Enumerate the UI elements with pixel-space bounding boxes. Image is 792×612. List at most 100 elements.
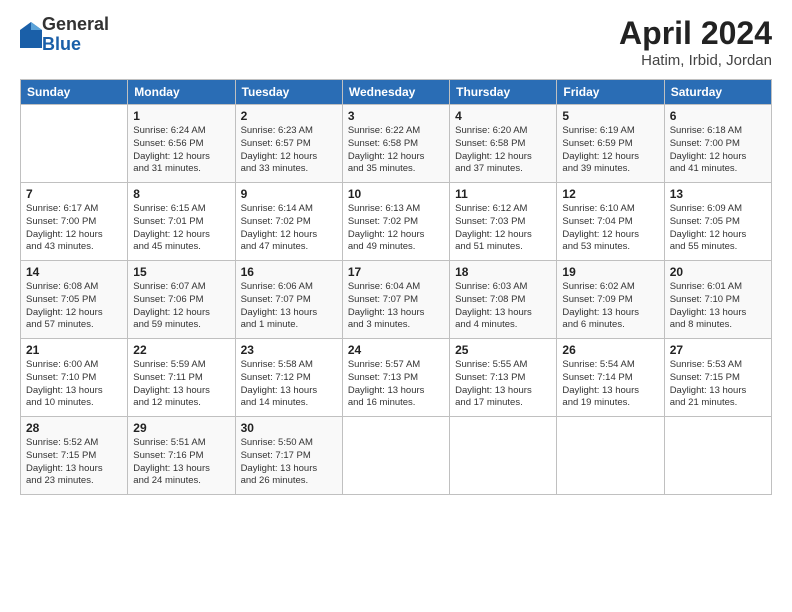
- logo-blue: Blue: [42, 35, 109, 55]
- cell-w4-d4: 25 Sunrise: 5:55 AM Sunset: 7:13 PM Dayli…: [450, 339, 557, 417]
- day-info: Sunrise: 6:17 AM Sunset: 7:00 PM Dayligh…: [26, 203, 122, 254]
- col-tuesday: Tuesday: [235, 80, 342, 105]
- day-info: Sunrise: 6:23 AM Sunset: 6:57 PM Dayligh…: [241, 125, 337, 176]
- day-info: Sunrise: 6:12 AM Sunset: 7:03 PM Dayligh…: [455, 203, 551, 254]
- cell-w4-d5: 26 Sunrise: 5:54 AM Sunset: 7:14 PM Dayli…: [557, 339, 664, 417]
- col-wednesday: Wednesday: [342, 80, 449, 105]
- day-info: Sunrise: 6:13 AM Sunset: 7:02 PM Dayligh…: [348, 203, 444, 254]
- cell-w5-d2: 30 Sunrise: 5:50 AM Sunset: 7:17 PM Dayli…: [235, 417, 342, 495]
- cell-w3-d5: 19 Sunrise: 6:02 AM Sunset: 7:09 PM Dayli…: [557, 261, 664, 339]
- cell-w3-d3: 17 Sunrise: 6:04 AM Sunset: 7:07 PM Dayli…: [342, 261, 449, 339]
- logo: General Blue: [20, 15, 109, 55]
- day-number: 26: [562, 343, 658, 357]
- day-number: 7: [26, 187, 122, 201]
- day-info: Sunrise: 5:57 AM Sunset: 7:13 PM Dayligh…: [348, 359, 444, 410]
- day-number: 8: [133, 187, 229, 201]
- day-number: 11: [455, 187, 551, 201]
- day-info: Sunrise: 6:01 AM Sunset: 7:10 PM Dayligh…: [670, 281, 766, 332]
- day-number: 27: [670, 343, 766, 357]
- day-number: 1: [133, 109, 229, 123]
- day-number: 13: [670, 187, 766, 201]
- col-friday: Friday: [557, 80, 664, 105]
- day-info: Sunrise: 6:04 AM Sunset: 7:07 PM Dayligh…: [348, 281, 444, 332]
- cell-w1-d3: 3Sunrise: 6:22 AM Sunset: 6:58 PM Daylig…: [342, 105, 449, 183]
- title-area: April 2024 Hatim, Irbid, Jordan: [619, 15, 772, 69]
- day-number: 5: [562, 109, 658, 123]
- day-number: 29: [133, 421, 229, 435]
- calendar-table: Sunday Monday Tuesday Wednesday Thursday…: [20, 79, 772, 495]
- day-number: 20: [670, 265, 766, 279]
- cell-w5-d3: [342, 417, 449, 495]
- cell-w1-d5: 5 Sunrise: 6:19 AM Sunset: 6:59 PM Daylig…: [557, 105, 664, 183]
- cell-w1-d4: 4Sunrise: 6:20 AM Sunset: 6:58 PM Daylig…: [450, 105, 557, 183]
- cell-w5-d4: [450, 417, 557, 495]
- day-info: Sunrise: 5:55 AM Sunset: 7:13 PM Dayligh…: [455, 359, 551, 410]
- day-number: 30: [241, 421, 337, 435]
- day-info: Sunrise: 6:00 AM Sunset: 7:10 PM Dayligh…: [26, 359, 122, 410]
- cell-w4-d1: 22 Sunrise: 5:59 AM Sunset: 7:11 PM Dayli…: [128, 339, 235, 417]
- cell-w5-d5: [557, 417, 664, 495]
- day-number: 25: [455, 343, 551, 357]
- day-info: Sunrise: 6:14 AM Sunset: 7:02 PM Dayligh…: [241, 203, 337, 254]
- day-info: Sunrise: 6:02 AM Sunset: 7:09 PM Dayligh…: [562, 281, 658, 332]
- cell-w3-d6: 20 Sunrise: 6:01 AM Sunset: 7:10 PM Dayli…: [664, 261, 771, 339]
- day-info: Sunrise: 5:54 AM Sunset: 7:14 PM Dayligh…: [562, 359, 658, 410]
- cell-w1-d6: 6Sunrise: 6:18 AM Sunset: 7:00 PM Daylig…: [664, 105, 771, 183]
- day-info: Sunrise: 5:50 AM Sunset: 7:17 PM Dayligh…: [241, 437, 337, 488]
- cell-w5-d0: 28 Sunrise: 5:52 AM Sunset: 7:15 PM Dayli…: [21, 417, 128, 495]
- location: Hatim, Irbid, Jordan: [619, 52, 772, 69]
- day-number: 3: [348, 109, 444, 123]
- cell-w3-d1: 15 Sunrise: 6:07 AM Sunset: 7:06 PM Dayli…: [128, 261, 235, 339]
- cell-w2-d6: 13 Sunrise: 6:09 AM Sunset: 7:05 PM Dayli…: [664, 183, 771, 261]
- day-info: Sunrise: 5:53 AM Sunset: 7:15 PM Dayligh…: [670, 359, 766, 410]
- logo-text: General Blue: [42, 15, 109, 55]
- day-info: Sunrise: 6:09 AM Sunset: 7:05 PM Dayligh…: [670, 203, 766, 254]
- day-number: 4: [455, 109, 551, 123]
- cell-w3-d0: 14Sunrise: 6:08 AM Sunset: 7:05 PM Dayli…: [21, 261, 128, 339]
- cell-w2-d3: 10 Sunrise: 6:13 AM Sunset: 7:02 PM Dayli…: [342, 183, 449, 261]
- week-row-5: 28 Sunrise: 5:52 AM Sunset: 7:15 PM Dayli…: [21, 417, 772, 495]
- page: General Blue April 2024 Hatim, Irbid, Jo…: [0, 0, 792, 612]
- col-sunday: Sunday: [21, 80, 128, 105]
- cell-w2-d1: 8Sunrise: 6:15 AM Sunset: 7:01 PM Daylig…: [128, 183, 235, 261]
- day-info: Sunrise: 6:06 AM Sunset: 7:07 PM Dayligh…: [241, 281, 337, 332]
- logo-icon: [20, 22, 42, 48]
- day-number: 9: [241, 187, 337, 201]
- day-info: Sunrise: 6:19 AM Sunset: 6:59 PM Dayligh…: [562, 125, 658, 176]
- cell-w4-d3: 24 Sunrise: 5:57 AM Sunset: 7:13 PM Dayli…: [342, 339, 449, 417]
- cell-w4-d0: 21 Sunrise: 6:00 AM Sunset: 7:10 PM Dayli…: [21, 339, 128, 417]
- day-info: Sunrise: 6:24 AM Sunset: 6:56 PM Dayligh…: [133, 125, 229, 176]
- cell-w1-d1: 1 Sunrise: 6:24 AM Sunset: 6:56 PM Daylig…: [128, 105, 235, 183]
- week-row-3: 14Sunrise: 6:08 AM Sunset: 7:05 PM Dayli…: [21, 261, 772, 339]
- day-number: 19: [562, 265, 658, 279]
- day-info: Sunrise: 5:51 AM Sunset: 7:16 PM Dayligh…: [133, 437, 229, 488]
- week-row-2: 7 Sunrise: 6:17 AM Sunset: 7:00 PM Daylig…: [21, 183, 772, 261]
- cell-w2-d0: 7 Sunrise: 6:17 AM Sunset: 7:00 PM Daylig…: [21, 183, 128, 261]
- day-number: 28: [26, 421, 122, 435]
- day-number: 22: [133, 343, 229, 357]
- cell-w4-d6: 27 Sunrise: 5:53 AM Sunset: 7:15 PM Dayli…: [664, 339, 771, 417]
- col-saturday: Saturday: [664, 80, 771, 105]
- logo-general: General: [42, 15, 109, 35]
- day-number: 10: [348, 187, 444, 201]
- header-row: Sunday Monday Tuesday Wednesday Thursday…: [21, 80, 772, 105]
- day-number: 17: [348, 265, 444, 279]
- day-info: Sunrise: 5:59 AM Sunset: 7:11 PM Dayligh…: [133, 359, 229, 410]
- cell-w2-d5: 12Sunrise: 6:10 AM Sunset: 7:04 PM Dayli…: [557, 183, 664, 261]
- day-number: 21: [26, 343, 122, 357]
- day-number: 24: [348, 343, 444, 357]
- cell-w4-d2: 23Sunrise: 5:58 AM Sunset: 7:12 PM Dayli…: [235, 339, 342, 417]
- day-number: 6: [670, 109, 766, 123]
- header: General Blue April 2024 Hatim, Irbid, Jo…: [20, 15, 772, 69]
- day-info: Sunrise: 6:07 AM Sunset: 7:06 PM Dayligh…: [133, 281, 229, 332]
- day-info: Sunrise: 5:52 AM Sunset: 7:15 PM Dayligh…: [26, 437, 122, 488]
- cell-w1-d2: 2Sunrise: 6:23 AM Sunset: 6:57 PM Daylig…: [235, 105, 342, 183]
- day-number: 15: [133, 265, 229, 279]
- day-info: Sunrise: 6:03 AM Sunset: 7:08 PM Dayligh…: [455, 281, 551, 332]
- day-info: Sunrise: 5:58 AM Sunset: 7:12 PM Dayligh…: [241, 359, 337, 410]
- cell-w2-d4: 11 Sunrise: 6:12 AM Sunset: 7:03 PM Dayli…: [450, 183, 557, 261]
- day-number: 12: [562, 187, 658, 201]
- cell-w3-d4: 18Sunrise: 6:03 AM Sunset: 7:08 PM Dayli…: [450, 261, 557, 339]
- week-row-4: 21 Sunrise: 6:00 AM Sunset: 7:10 PM Dayli…: [21, 339, 772, 417]
- cell-w2-d2: 9 Sunrise: 6:14 AM Sunset: 7:02 PM Daylig…: [235, 183, 342, 261]
